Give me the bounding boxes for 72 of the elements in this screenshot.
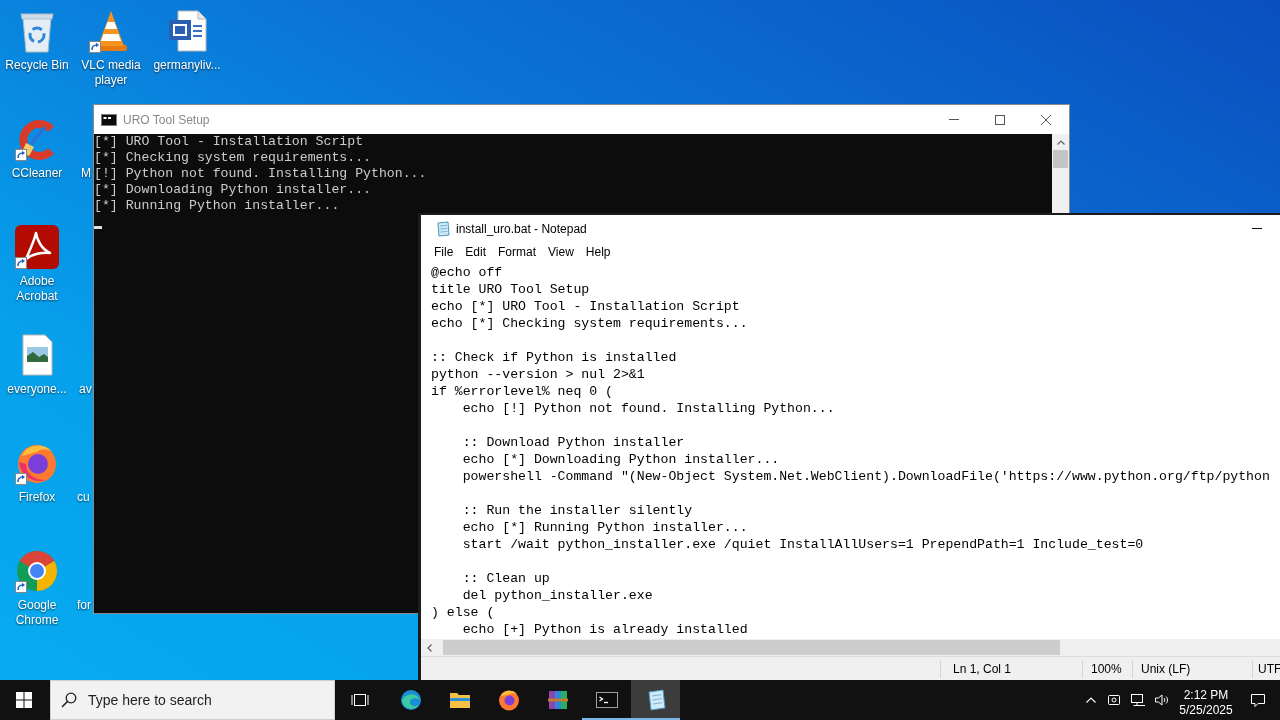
code-line: echo [*] Checking system requirements... [431,315,748,332]
code-line: echo [+] Python is already installed [461,621,748,638]
menu-item[interactable]: File [428,242,460,262]
console-line: [*] Downloading Python installer... [94,182,371,198]
code-line: echo [*] URO Tool - Installation Script [431,298,740,315]
code-line: :: Run the installer silently [461,502,693,519]
chevron-up-icon [1086,697,1096,703]
desktop-icon-label[interactable]: Recycle Bin [5,58,69,73]
code-line: @echo off [431,264,503,281]
minimize-icon [949,119,959,120]
code-line: :: Clean up [461,570,550,587]
chrome-icon[interactable] [14,548,60,594]
notification-icon [1250,692,1266,708]
window-title: install_uro.bat - Notepad [456,221,587,236]
desktop-icon-label[interactable]: cu [77,490,90,505]
desktop-icon-label[interactable]: CCleaner [11,166,63,181]
code-line: echo [!] Python not found. Installing Python... [461,400,835,417]
menu-item[interactable]: Help [579,242,617,262]
menu-item[interactable]: Edit [459,242,493,262]
network-icon [1130,692,1146,708]
code-line: echo [*] Running Python installer... [461,519,748,536]
windows-logo-icon [16,692,32,708]
maximize-icon [995,114,1005,125]
notepad-icon [435,220,451,237]
search-field[interactable]: Type here to search [50,680,335,720]
code-line: :: Check if Python is installed [431,349,677,366]
pdf-app-icon[interactable] [14,224,60,270]
code-line: powershell -Command "(New-Object System.Net.WebClient).DownloadFile('https://www.python.org/ftp/python [461,468,1270,485]
close-icon [1041,114,1051,125]
menu-item[interactable]: Format [492,242,543,262]
console-line: [*] Running Python installer... [94,198,340,214]
minimize-icon [1252,228,1262,229]
camera-icon [1106,692,1122,708]
desktop-icon-label[interactable]: M [81,166,91,181]
code-line: title URO Tool Setup [431,281,590,298]
horizontal-scrollbar[interactable] [421,639,1280,656]
status-text: Unix (LF) [1132,659,1252,678]
desktop-icon-label[interactable]: Adobe Acrobat [0,274,75,304]
console-line: [*] URO Tool - Installation Script [94,134,364,150]
status-text: Ln 1, Col 1 [940,659,1082,678]
desktop-icon-label[interactable]: Google Chrome [0,598,75,628]
search-icon [61,692,77,708]
code-line: :: Download Python installer [461,434,685,451]
desktop-icon-label[interactable]: VLC media player [73,58,149,88]
code-line: if %errorlevel% neq 0 ( [431,383,614,400]
console-line: [*] Checking system requirements... [94,150,371,166]
status-text: 100% [1082,659,1132,678]
code-line: python --version > nul 2>&1 [431,366,645,383]
code-line: start /wait python_installer.exe /quiet InstallAllUsers=1 PrependPath=1 Include_test=0 [461,536,1144,553]
desktop-icon-label[interactable]: for [77,598,91,613]
code-line: echo [*] Downloading Python installer... [461,451,780,468]
browser-swirl-icon [398,688,423,712]
firefox-icon [496,688,521,712]
clock-button[interactable]: 2:12 PM 5/25/2025 [1176,680,1236,720]
scrollbar-thumb[interactable] [1053,150,1068,168]
window-title: URO Tool Setup [123,112,210,127]
vertical-scrollbar[interactable] [1052,134,1069,213]
desktop-icon-label[interactable]: everyone... [7,382,67,397]
status-text: UTF [1252,659,1280,678]
terminal-icon [101,111,117,128]
console-line: [!] Python not found. Installing Python... [94,166,427,182]
task-view-icon [351,692,369,708]
archive-books-icon [545,688,570,712]
scrollbar-thumb[interactable] [443,640,1060,655]
desktop-icon-label[interactable]: Firefox [18,490,56,505]
desktop-icon-label[interactable]: av [79,382,92,397]
code-line: del python_installer.exe [461,587,653,604]
taskbar-app-button[interactable] [631,680,680,720]
speaker-icon [1154,692,1170,708]
menu-item[interactable]: View [542,242,580,262]
code-line: ) else ( [431,604,495,621]
desktop-icon-label[interactable]: germanyliv... [153,58,221,73]
